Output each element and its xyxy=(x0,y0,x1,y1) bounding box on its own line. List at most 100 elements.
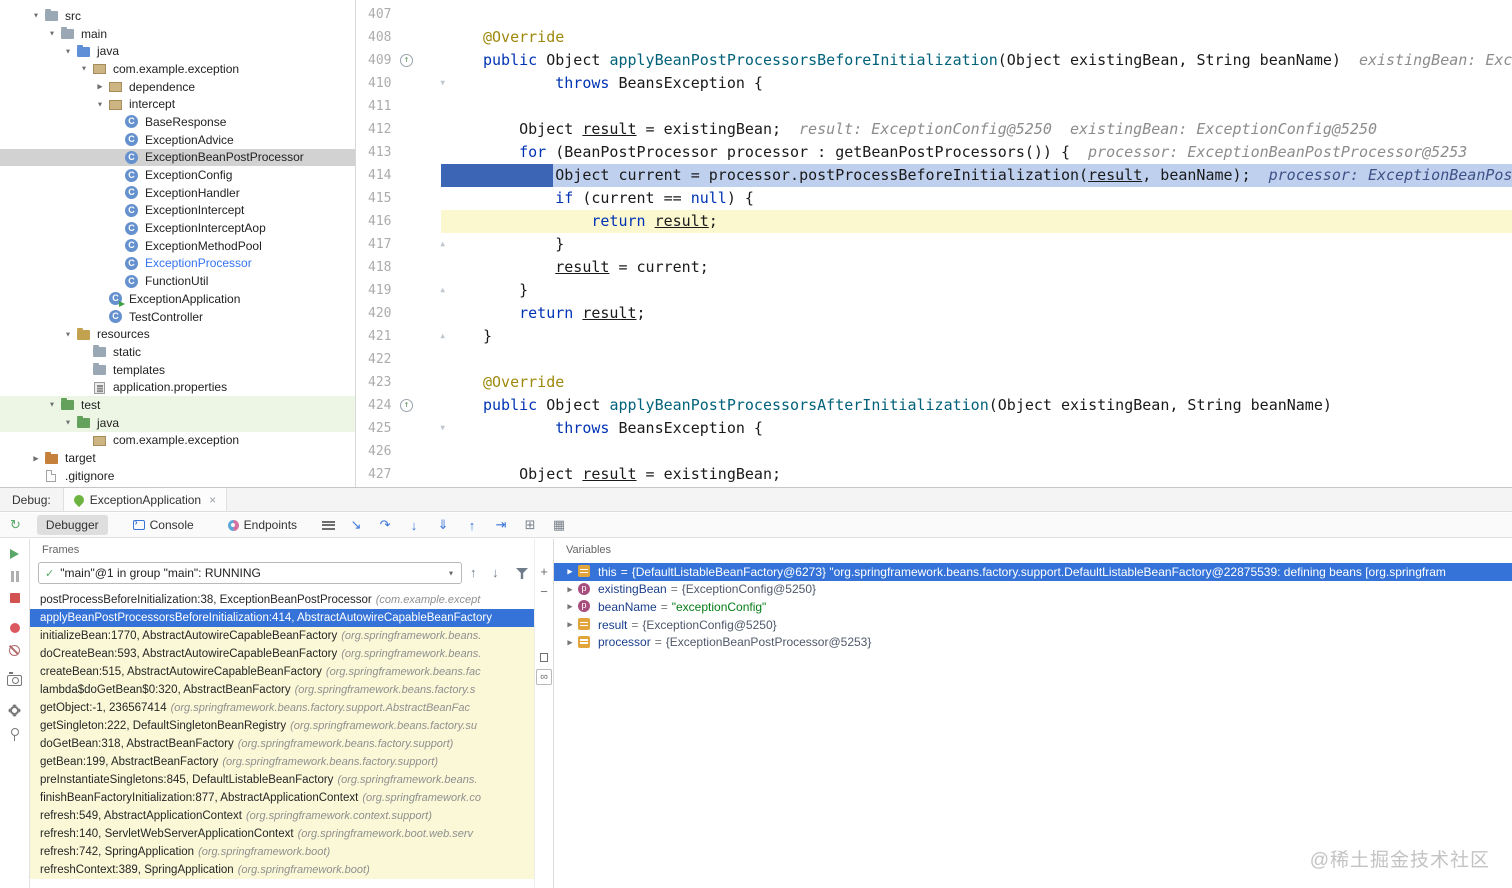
code-editor[interactable]: 407 408 @Override 409 ↑ public Object applyBe… xyxy=(356,0,1512,487)
code-line-427[interactable]: 427 Object result = existingBean; xyxy=(356,463,1512,486)
thread-dump-camera-icon[interactable] xyxy=(4,669,26,691)
stack-frame[interactable]: doGetBean:318, AbstractBeanFactory (org.s… xyxy=(30,735,534,753)
tree-item-exceptioninterceptaop[interactable]: ExceptionInterceptAop xyxy=(0,219,355,237)
tree-item-com-example-exception[interactable]: ▼ com.example.exception xyxy=(0,60,355,78)
step-into-icon[interactable]: ↓ xyxy=(406,518,422,533)
chevron-right-icon[interactable]: ▶ xyxy=(563,586,577,594)
pin-icon[interactable] xyxy=(4,721,26,743)
chevron-down-icon[interactable]: ▼ xyxy=(45,30,59,38)
code-line-420[interactable]: 420 return result; xyxy=(356,302,1512,325)
debug-session-tab[interactable]: ExceptionApplication × xyxy=(62,488,228,511)
code-line-410[interactable]: 410 ▼ throws BeansException { xyxy=(356,72,1512,95)
tree-item-exceptionapplication[interactable]: ExceptionApplication xyxy=(0,290,355,308)
tab-debugger[interactable]: Debugger xyxy=(36,515,108,535)
variable-row-beanname[interactable]: ▶ beanName="exceptionConfig" xyxy=(554,598,1512,616)
step-out-icon[interactable]: ↑ xyxy=(464,518,480,533)
remove-watch-icon[interactable]: − xyxy=(536,581,553,601)
stack-frame[interactable]: getObject:-1, 236567414 (org.springframew… xyxy=(30,699,534,717)
tree-item-java[interactable]: ▼ java xyxy=(0,413,355,432)
code-line-414[interactable]: 414 Object current = processor.postProce… xyxy=(356,164,1512,187)
copy-stack-icon[interactable] xyxy=(536,647,553,667)
tree-item-exceptionconfig[interactable]: ExceptionConfig xyxy=(0,166,355,184)
code-line-418[interactable]: 418 result = current; xyxy=(356,256,1512,279)
tree-item-exceptionintercept[interactable]: ExceptionIntercept xyxy=(0,202,355,220)
tree-item-test[interactable]: ▼ test xyxy=(0,396,355,414)
tree-item-resources[interactable]: ▼ resources xyxy=(0,325,355,343)
tree-item-intercept[interactable]: ▼ intercept xyxy=(0,95,355,113)
chevron-down-icon[interactable]: ▼ xyxy=(45,401,59,409)
stack-frame[interactable]: refreshContext:389, SpringApplication (or… xyxy=(30,861,534,879)
chevron-right-icon[interactable]: ▶ xyxy=(563,568,577,576)
tree-item-dependence[interactable]: ▶ dependence xyxy=(0,78,355,96)
chevron-right-icon[interactable]: ▶ xyxy=(29,454,43,462)
stack-frame[interactable]: postProcessBeforeInitialization:38, Exce… xyxy=(30,591,534,609)
tree-item-target[interactable]: ▶ target xyxy=(0,449,355,467)
tree-item-exceptionadvice[interactable]: ExceptionAdvice xyxy=(0,131,355,149)
variable-row-processor[interactable]: ▶ processor = {ExceptionBeanPostProcessor@5… xyxy=(554,633,1512,651)
tree-item-exceptionmethodpool[interactable]: ExceptionMethodPool xyxy=(0,237,355,255)
code-line-412[interactable]: 412 Object result = existingBean; result:… xyxy=(356,118,1512,141)
code-line-425[interactable]: 425 ▼ throws BeansException { xyxy=(356,417,1512,440)
stack-frame[interactable]: doCreateBean:593, AbstractAutowireCapabl… xyxy=(30,645,534,663)
stack-frame[interactable]: initializeBean:1770, AbstractAutowireCap… xyxy=(30,627,534,645)
show-execution-point-icon[interactable]: ↘ xyxy=(348,517,364,533)
evaluate-icon[interactable]: ∞ xyxy=(536,667,553,687)
stack-frame[interactable]: applyBeanPostProcessorsBeforeInitializat… xyxy=(30,609,534,627)
code-line-416[interactable]: 416 return result; xyxy=(356,210,1512,233)
mute-breakpoints-icon[interactable] xyxy=(4,639,26,661)
stack-frame[interactable]: getBean:199, AbstractBeanFactory (org.spr… xyxy=(30,753,534,771)
code-line-423[interactable]: 423 @Override xyxy=(356,371,1512,394)
view-breakpoints-icon[interactable] xyxy=(4,617,26,639)
chevron-down-icon[interactable]: ▼ xyxy=(61,47,75,55)
stack-frame[interactable]: refresh:549, AbstractApplicationContext(… xyxy=(30,807,534,825)
run-to-cursor-icon[interactable]: ⇥ xyxy=(493,517,509,533)
chevron-down-icon[interactable]: ▼ xyxy=(448,569,455,577)
tree-item-application-properties[interactable]: application.properties xyxy=(0,378,355,396)
tree-item-exceptionhandler[interactable]: ExceptionHandler xyxy=(0,184,355,202)
stack-frame[interactable]: createBean:515, AbstractAutowireCapableB… xyxy=(30,663,534,681)
fold-marker-icon[interactable]: ▲ xyxy=(440,235,445,255)
chevron-down-icon[interactable]: ▼ xyxy=(61,419,75,427)
tree-item-java[interactable]: ▼ java xyxy=(0,42,355,60)
chevron-right-icon[interactable]: ▶ xyxy=(93,83,107,91)
close-icon[interactable]: × xyxy=(209,493,216,507)
override-marker-icon[interactable]: ↑ xyxy=(400,399,413,412)
chevron-right-icon[interactable]: ▶ xyxy=(563,603,577,611)
stack-frame[interactable]: lambda$doGetBean$0:320, AbstractBeanFact… xyxy=(30,681,534,699)
stack-frame[interactable]: refresh:140, ServletWebServerApplication… xyxy=(30,825,534,843)
tree-item-src[interactable]: ▼ src xyxy=(0,7,355,25)
chevron-down-icon[interactable]: ▼ xyxy=(93,100,107,108)
chevron-right-icon[interactable]: ▶ xyxy=(563,638,577,646)
settings-gear-icon[interactable] xyxy=(4,699,26,721)
code-line-419[interactable]: 419 ▲ } xyxy=(356,279,1512,302)
force-step-into-icon[interactable]: ⇓ xyxy=(435,517,451,533)
variable-row-result[interactable]: ▶ result = {ExceptionConfig@5250} xyxy=(554,616,1512,634)
override-marker-icon[interactable]: ↑ xyxy=(400,54,413,67)
rerun-icon[interactable]: ↻ xyxy=(10,517,21,533)
restore-layout-icon[interactable]: ▦ xyxy=(551,517,567,533)
fold-marker-icon[interactable]: ▲ xyxy=(440,327,445,347)
resume-icon[interactable] xyxy=(4,543,26,565)
code-line-417[interactable]: 417 ▲ } xyxy=(356,233,1512,256)
menu-icon[interactable] xyxy=(322,520,336,530)
add-watch-icon[interactable]: + xyxy=(536,561,553,581)
stack-frame[interactable]: refresh:742, SpringApplication (org.sprin… xyxy=(30,843,534,861)
filter-icon[interactable] xyxy=(516,568,528,579)
tree-item-exceptionbeanpostprocessor[interactable]: ExceptionBeanPostProcessor xyxy=(0,148,355,167)
code-line-407[interactable]: 407 xyxy=(356,3,1512,26)
tree-item-com-example-exception[interactable]: com.example.exception xyxy=(0,432,355,450)
code-line-411[interactable]: 411 xyxy=(356,95,1512,118)
code-line-421[interactable]: 421 ▲} xyxy=(356,325,1512,348)
code-line-426[interactable]: 426 xyxy=(356,440,1512,463)
tree-item-exceptionprocessor[interactable]: ExceptionProcessor xyxy=(0,255,355,273)
thread-selector[interactable]: ✓ "main"@1 in group "main": RUNNING ▼ xyxy=(38,562,462,584)
fold-marker-icon[interactable]: ▼ xyxy=(440,74,445,94)
tree-item-static[interactable]: static xyxy=(0,343,355,361)
stop-icon[interactable] xyxy=(4,587,26,609)
code-line-424[interactable]: 424 ↑ public Object applyBeanPostProcessor… xyxy=(356,394,1512,417)
variable-row-existingbean[interactable]: ▶ existingBean={ExceptionConfig@5250} xyxy=(554,581,1512,599)
tree-item-main[interactable]: ▼ main xyxy=(0,25,355,43)
stack-frame[interactable]: preInstantiateSingletons:845, DefaultLis… xyxy=(30,771,534,789)
frame-down-icon[interactable]: ↓ xyxy=(492,565,499,580)
tab-console[interactable]: Console xyxy=(124,515,203,535)
